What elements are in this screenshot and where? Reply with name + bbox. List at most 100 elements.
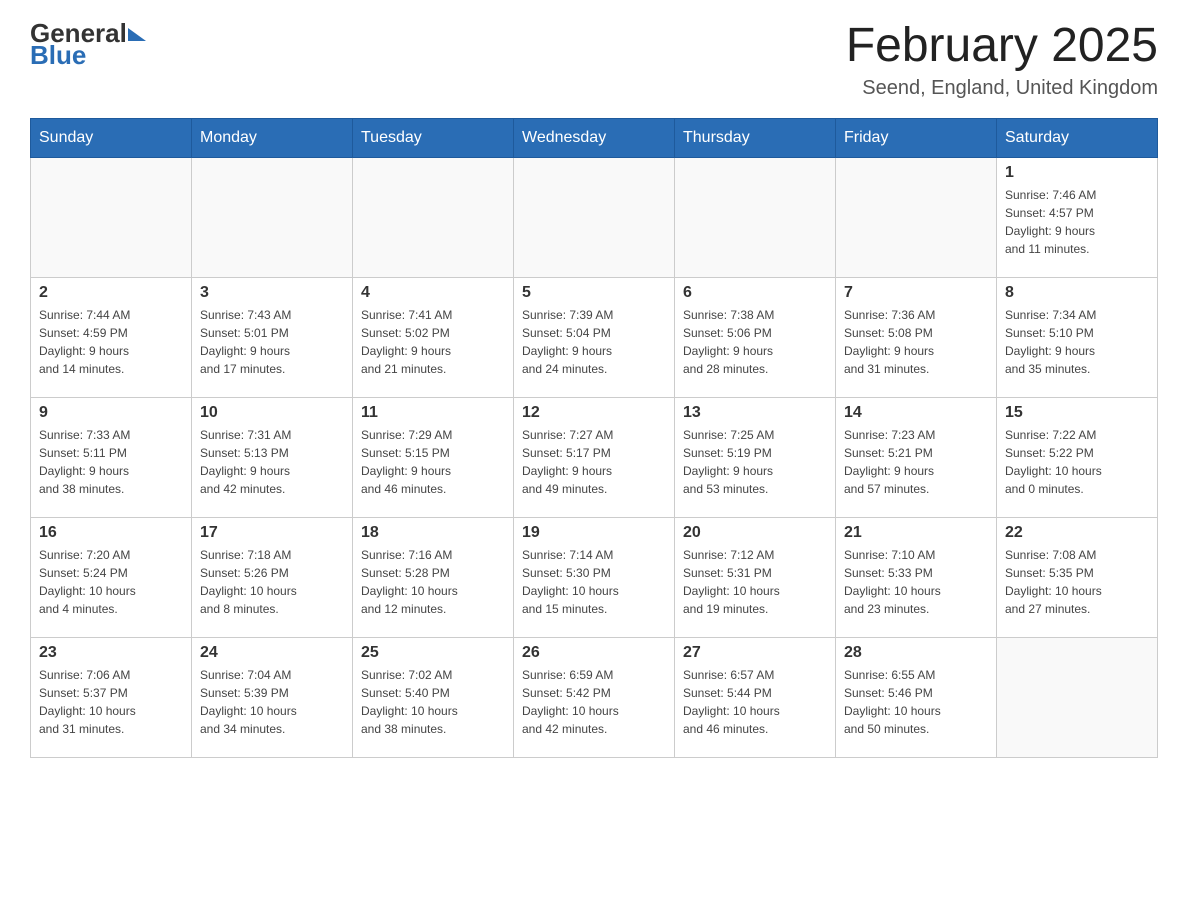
- day-number: 27: [683, 644, 827, 662]
- calendar-day-cell: [997, 637, 1158, 757]
- day-number: 6: [683, 284, 827, 302]
- day-info: Sunrise: 7:06 AM Sunset: 5:37 PM Dayligh…: [39, 666, 183, 738]
- day-number: 9: [39, 404, 183, 422]
- calendar-day-cell: 23 Sunrise: 7:06 AM Sunset: 5:37 PM Dayli…: [31, 637, 192, 757]
- day-number: 13: [683, 404, 827, 422]
- day-info: Sunrise: 7:22 AM Sunset: 5:22 PM Dayligh…: [1005, 426, 1149, 498]
- day-number: 3: [200, 284, 344, 302]
- day-info: Sunrise: 7:23 AM Sunset: 5:21 PM Dayligh…: [844, 426, 988, 498]
- calendar-day-cell: 21 Sunrise: 7:10 AM Sunset: 5:33 PM Dayli…: [836, 517, 997, 637]
- day-number: 24: [200, 644, 344, 662]
- calendar-week-row: 23 Sunrise: 7:06 AM Sunset: 5:37 PM Dayli…: [31, 637, 1158, 757]
- day-info: Sunrise: 7:39 AM Sunset: 5:04 PM Dayligh…: [522, 306, 666, 378]
- day-info: Sunrise: 7:41 AM Sunset: 5:02 PM Dayligh…: [361, 306, 505, 378]
- calendar-week-row: 16 Sunrise: 7:20 AM Sunset: 5:24 PM Dayli…: [31, 517, 1158, 637]
- calendar-day-cell: 9 Sunrise: 7:33 AM Sunset: 5:11 PM Daylig…: [31, 397, 192, 517]
- calendar-day-cell: [353, 157, 514, 277]
- day-number: 12: [522, 404, 666, 422]
- calendar-day-cell: 16 Sunrise: 7:20 AM Sunset: 5:24 PM Dayli…: [31, 517, 192, 637]
- day-info: Sunrise: 7:27 AM Sunset: 5:17 PM Dayligh…: [522, 426, 666, 498]
- logo: General Blue: [30, 20, 146, 68]
- calendar-day-cell: 1 Sunrise: 7:46 AM Sunset: 4:57 PM Daylig…: [997, 157, 1158, 277]
- day-of-week-header: Saturday: [997, 118, 1158, 157]
- calendar-header-row: SundayMondayTuesdayWednesdayThursdayFrid…: [31, 118, 1158, 157]
- day-of-week-header: Tuesday: [353, 118, 514, 157]
- day-info: Sunrise: 7:04 AM Sunset: 5:39 PM Dayligh…: [200, 666, 344, 738]
- day-info: Sunrise: 7:02 AM Sunset: 5:40 PM Dayligh…: [361, 666, 505, 738]
- day-number: 25: [361, 644, 505, 662]
- day-info: Sunrise: 7:29 AM Sunset: 5:15 PM Dayligh…: [361, 426, 505, 498]
- day-of-week-header: Wednesday: [514, 118, 675, 157]
- day-number: 5: [522, 284, 666, 302]
- calendar-day-cell: [675, 157, 836, 277]
- day-info: Sunrise: 7:25 AM Sunset: 5:19 PM Dayligh…: [683, 426, 827, 498]
- day-of-week-header: Friday: [836, 118, 997, 157]
- day-number: 23: [39, 644, 183, 662]
- calendar-day-cell: 25 Sunrise: 7:02 AM Sunset: 5:40 PM Dayli…: [353, 637, 514, 757]
- calendar-day-cell: 24 Sunrise: 7:04 AM Sunset: 5:39 PM Dayli…: [192, 637, 353, 757]
- day-number: 10: [200, 404, 344, 422]
- day-info: Sunrise: 7:31 AM Sunset: 5:13 PM Dayligh…: [200, 426, 344, 498]
- calendar-day-cell: 17Sunrise: 7:18 AM Sunset: 5:26 PM Dayli…: [192, 517, 353, 637]
- calendar-day-cell: [192, 157, 353, 277]
- day-number: 18: [361, 524, 505, 542]
- calendar-week-row: 2Sunrise: 7:44 AM Sunset: 4:59 PM Daylig…: [31, 277, 1158, 397]
- logo-blue-text: Blue: [30, 42, 86, 68]
- calendar-table: SundayMondayTuesdayWednesdayThursdayFrid…: [30, 118, 1158, 758]
- calendar-day-cell: 22 Sunrise: 7:08 AM Sunset: 5:35 PM Dayli…: [997, 517, 1158, 637]
- calendar-day-cell: 5 Sunrise: 7:39 AM Sunset: 5:04 PM Daylig…: [514, 277, 675, 397]
- calendar-title: February 2025: [846, 20, 1158, 73]
- day-number: 1: [1005, 164, 1149, 182]
- day-number: 20: [683, 524, 827, 542]
- title-section: February 2025 Seend, England, United Kin…: [846, 20, 1158, 100]
- day-number: 21: [844, 524, 988, 542]
- day-number: 14: [844, 404, 988, 422]
- calendar-day-cell: 26 Sunrise: 6:59 AM Sunset: 5:42 PM Dayli…: [514, 637, 675, 757]
- calendar-day-cell: 10 Sunrise: 7:31 AM Sunset: 5:13 PM Dayli…: [192, 397, 353, 517]
- calendar-day-cell: 27 Sunrise: 6:57 AM Sunset: 5:44 PM Dayli…: [675, 637, 836, 757]
- page-header: General Blue February 2025 Seend, Englan…: [30, 20, 1158, 100]
- day-number: 16: [39, 524, 183, 542]
- day-number: 19: [522, 524, 666, 542]
- day-number: 2: [39, 284, 183, 302]
- day-info: Sunrise: 7:20 AM Sunset: 5:24 PM Dayligh…: [39, 546, 183, 618]
- day-number: 26: [522, 644, 666, 662]
- calendar-day-cell: 7Sunrise: 7:36 AM Sunset: 5:08 PM Daylig…: [836, 277, 997, 397]
- calendar-day-cell: 11 Sunrise: 7:29 AM Sunset: 5:15 PM Dayli…: [353, 397, 514, 517]
- day-of-week-header: Thursday: [675, 118, 836, 157]
- calendar-day-cell: 8 Sunrise: 7:34 AM Sunset: 5:10 PM Daylig…: [997, 277, 1158, 397]
- day-number: 7: [844, 284, 988, 302]
- calendar-day-cell: 19 Sunrise: 7:14 AM Sunset: 5:30 PM Dayli…: [514, 517, 675, 637]
- day-number: 11: [361, 404, 505, 422]
- day-number: 4: [361, 284, 505, 302]
- calendar-day-cell: 18 Sunrise: 7:16 AM Sunset: 5:28 PM Dayli…: [353, 517, 514, 637]
- calendar-day-cell: 12 Sunrise: 7:27 AM Sunset: 5:17 PM Dayli…: [514, 397, 675, 517]
- day-number: 22: [1005, 524, 1149, 542]
- day-info: Sunrise: 7:10 AM Sunset: 5:33 PM Dayligh…: [844, 546, 988, 618]
- day-info: Sunrise: 7:12 AM Sunset: 5:31 PM Dayligh…: [683, 546, 827, 618]
- day-info: Sunrise: 6:57 AM Sunset: 5:44 PM Dayligh…: [683, 666, 827, 738]
- calendar-day-cell: [836, 157, 997, 277]
- day-info: Sunrise: 7:43 AM Sunset: 5:01 PM Dayligh…: [200, 306, 344, 378]
- day-info: Sunrise: 6:59 AM Sunset: 5:42 PM Dayligh…: [522, 666, 666, 738]
- calendar-week-row: 9 Sunrise: 7:33 AM Sunset: 5:11 PM Daylig…: [31, 397, 1158, 517]
- day-info: Sunrise: 7:18 AM Sunset: 5:26 PM Dayligh…: [200, 546, 344, 618]
- day-number: 28: [844, 644, 988, 662]
- day-info: Sunrise: 7:16 AM Sunset: 5:28 PM Dayligh…: [361, 546, 505, 618]
- day-info: Sunrise: 7:46 AM Sunset: 4:57 PM Dayligh…: [1005, 186, 1149, 258]
- logo-arrow-icon: [128, 28, 146, 41]
- calendar-day-cell: 15Sunrise: 7:22 AM Sunset: 5:22 PM Dayli…: [997, 397, 1158, 517]
- day-number: 8: [1005, 284, 1149, 302]
- day-info: Sunrise: 7:34 AM Sunset: 5:10 PM Dayligh…: [1005, 306, 1149, 378]
- day-info: Sunrise: 7:14 AM Sunset: 5:30 PM Dayligh…: [522, 546, 666, 618]
- calendar-day-cell: 14 Sunrise: 7:23 AM Sunset: 5:21 PM Dayli…: [836, 397, 997, 517]
- calendar-day-cell: 3 Sunrise: 7:43 AM Sunset: 5:01 PM Daylig…: [192, 277, 353, 397]
- day-of-week-header: Monday: [192, 118, 353, 157]
- calendar-day-cell: [31, 157, 192, 277]
- calendar-day-cell: 13 Sunrise: 7:25 AM Sunset: 5:19 PM Dayli…: [675, 397, 836, 517]
- day-of-week-header: Sunday: [31, 118, 192, 157]
- calendar-day-cell: 28 Sunrise: 6:55 AM Sunset: 5:46 PM Dayli…: [836, 637, 997, 757]
- day-info: Sunrise: 7:08 AM Sunset: 5:35 PM Dayligh…: [1005, 546, 1149, 618]
- day-info: Sunrise: 7:33 AM Sunset: 5:11 PM Dayligh…: [39, 426, 183, 498]
- day-info: Sunrise: 6:55 AM Sunset: 5:46 PM Dayligh…: [844, 666, 988, 738]
